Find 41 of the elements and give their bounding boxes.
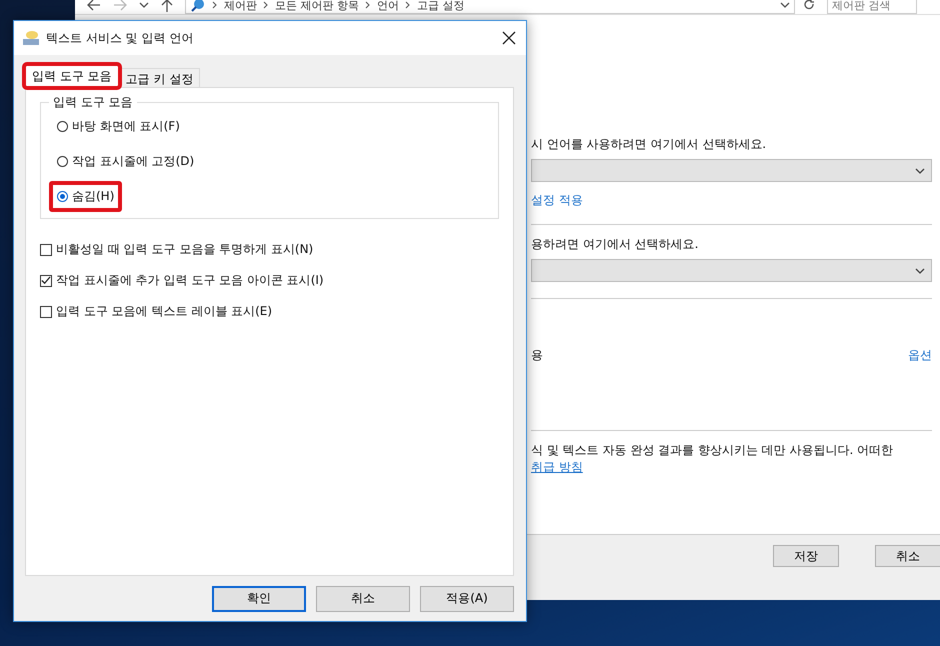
options-link[interactable]: 옵션 <box>908 347 932 364</box>
setting-label: 용 <box>531 347 543 364</box>
caret-icon[interactable] <box>139 1 149 9</box>
link[interactable]: 취급 방침 <box>531 459 932 475</box>
caret-icon <box>915 266 925 274</box>
up-arrow-icon[interactable] <box>161 0 173 12</box>
back-arrow-icon[interactable] <box>87 0 101 11</box>
radio-option[interactable]: 바탕 화면에 표시(F) <box>57 118 180 135</box>
group-title: 입력 도구 모음 <box>52 94 134 111</box>
dialog-button[interactable]: 확인 <box>212 586 306 612</box>
breadcrumb-item[interactable]: 고급 설정 <box>417 0 464 12</box>
radio-option[interactable]: 숨김(H) <box>57 188 114 205</box>
checkbox-option[interactable]: 작업 표시줄에 추가 입력 도구 모음 아이콘 표시(I) <box>40 272 324 289</box>
close-icon[interactable] <box>502 31 516 45</box>
refresh-icon[interactable] <box>803 0 815 11</box>
caret-icon[interactable] <box>780 1 790 9</box>
radio-option[interactable]: 작업 표시줄에 고정(D) <box>57 153 194 170</box>
chevron-icon <box>365 1 371 9</box>
tab[interactable]: 입력 도구 모음 <box>25 65 119 87</box>
dialog-button[interactable]: 저장 <box>773 545 839 567</box>
chevron-icon <box>405 1 411 9</box>
chevron-icon <box>263 1 269 9</box>
checkbox-option[interactable]: 입력 도구 모음에 텍스트 레이블 표시(E) <box>40 303 272 320</box>
dialog-button[interactable]: 취소 <box>316 586 410 612</box>
description-text: 용하려면 여기에서 선택하세요. <box>531 236 700 253</box>
checkbox-option[interactable]: 비활성일 때 입력 도구 모음을 투명하게 표시(N) <box>40 241 314 258</box>
keyboard-icon <box>22 29 40 47</box>
check-icon <box>41 275 51 286</box>
window-title: 텍스트 서비스 및 입력 언어 <box>46 30 194 46</box>
breadcrumb-item[interactable]: 제어판 <box>224 0 257 12</box>
dialog-button[interactable]: 적용(A) <box>420 586 514 612</box>
chevron-icon <box>212 1 218 9</box>
dialog-button[interactable]: 취소 <box>875 545 940 567</box>
caret-icon <box>915 166 925 174</box>
address-bar[interactable]: 제어판 모든 제어판 항목 언어 고급 설정 <box>185 0 795 14</box>
breadcrumb-item[interactable]: 모든 제어판 항목 <box>275 0 359 12</box>
breadcrumb-item[interactable]: 언어 <box>377 0 399 12</box>
link[interactable]: 설정 적용 <box>531 192 932 208</box>
description-text: 식 및 텍스트 자동 완성 결과를 향상시키는 데만 사용됩니다. 어떠한 <box>531 442 894 459</box>
description-text: 시 언어를 사용하려면 여기에서 선택하세요. <box>531 136 768 153</box>
search-field[interactable]: 제어판 검색 <box>827 0 917 14</box>
